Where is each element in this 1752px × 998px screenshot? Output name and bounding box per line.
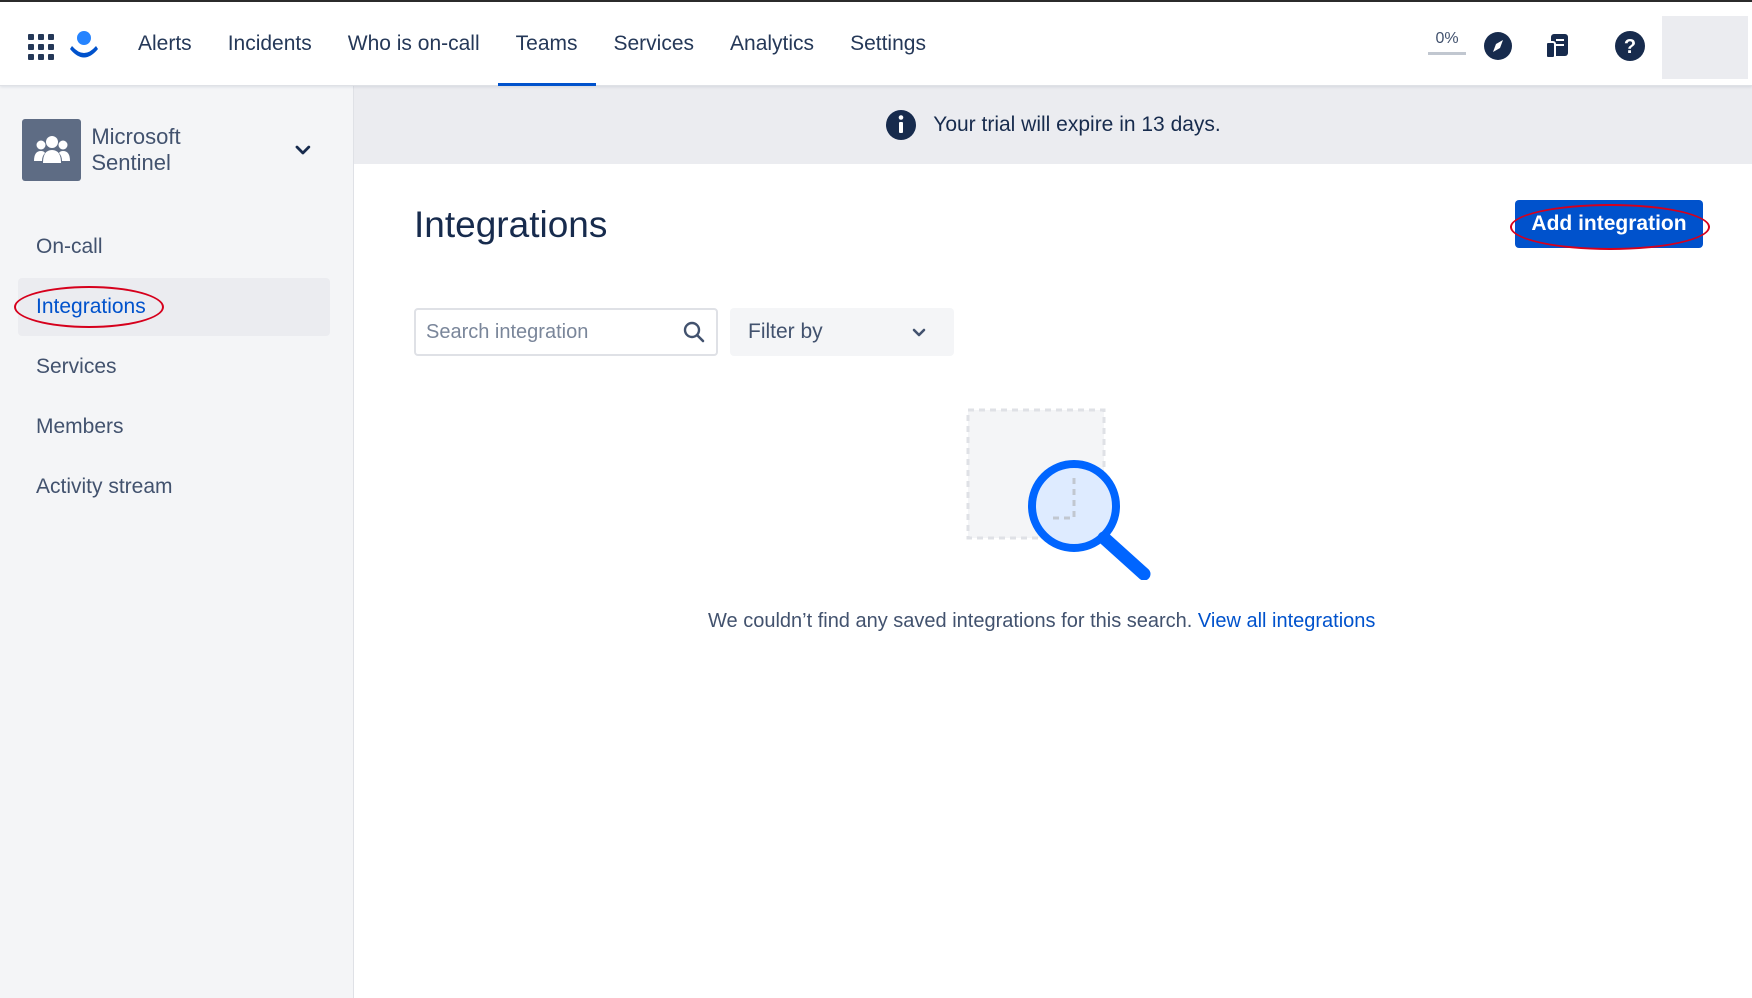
search-integration-field bbox=[414, 308, 718, 356]
sidebar-item-members[interactable]: Members bbox=[18, 398, 330, 456]
nav-teams[interactable]: Teams bbox=[497, 2, 596, 86]
trial-banner-text: Your trial will expire in 13 days. bbox=[933, 113, 1221, 136]
empty-state-text: We couldn’t find any saved integrations … bbox=[708, 610, 1193, 632]
svg-text:?: ? bbox=[1624, 36, 1636, 58]
main-nav: Alerts Incidents Who is on-call Teams Se… bbox=[120, 2, 944, 86]
progress-bar bbox=[1428, 52, 1466, 55]
team-icon bbox=[33, 136, 70, 163]
top-navigation-bar: Alerts Incidents Who is on-call Teams Se… bbox=[0, 0, 1752, 86]
sidebar-item-services[interactable]: Services bbox=[18, 338, 330, 396]
nav-incidents[interactable]: Incidents bbox=[210, 2, 330, 86]
team-avatar bbox=[22, 119, 82, 181]
sidebar: Microsoft Sentinel On-call Integrations … bbox=[0, 86, 354, 998]
empty-state-message: We couldn’t find any saved integrations … bbox=[708, 610, 1375, 633]
empty-search-illustration bbox=[966, 408, 1151, 580]
trial-banner: Your trial will expire in 13 days. bbox=[354, 86, 1752, 164]
sidebar-item-integrations[interactable]: Integrations bbox=[14, 278, 330, 336]
view-all-integrations-link[interactable]: View all integrations bbox=[1198, 610, 1376, 632]
chevron-down-icon bbox=[295, 145, 311, 155]
app-switcher-icon[interactable] bbox=[28, 34, 54, 60]
team-side-nav: On-call Integrations Services Members Ac… bbox=[14, 218, 330, 518]
team-name: Microsoft Sentinel bbox=[91, 124, 181, 175]
nav-alerts[interactable]: Alerts bbox=[120, 2, 210, 86]
help-icon[interactable]: ? bbox=[1614, 30, 1646, 62]
info-icon bbox=[886, 110, 917, 140]
compass-icon[interactable] bbox=[1482, 30, 1514, 62]
onboarding-progress[interactable]: 0% bbox=[1428, 30, 1466, 55]
chevron-down-icon bbox=[912, 328, 926, 337]
nav-who-is-on-call[interactable]: Who is on-call bbox=[330, 2, 498, 86]
user-avatar[interactable] bbox=[1662, 16, 1748, 79]
sidebar-item-on-call[interactable]: On-call bbox=[18, 218, 330, 276]
progress-text: 0% bbox=[1435, 30, 1459, 47]
search-input[interactable] bbox=[426, 310, 666, 354]
nav-analytics[interactable]: Analytics bbox=[712, 2, 832, 86]
opsgenie-logo[interactable] bbox=[70, 30, 98, 62]
add-integration-button[interactable]: Add integration bbox=[1515, 200, 1703, 248]
filter-by-dropdown[interactable]: Filter by bbox=[730, 308, 954, 356]
nav-services[interactable]: Services bbox=[596, 2, 713, 86]
page-title: Integrations bbox=[414, 204, 608, 245]
sidebar-item-activity-stream[interactable]: Activity stream bbox=[18, 458, 330, 516]
sidebar-item-label: Integrations bbox=[36, 295, 146, 318]
team-selector[interactable]: Microsoft Sentinel bbox=[22, 118, 312, 182]
filter-label: Filter by bbox=[748, 320, 823, 343]
search-icon[interactable] bbox=[682, 320, 706, 344]
notes-icon[interactable] bbox=[1542, 30, 1574, 62]
nav-settings[interactable]: Settings bbox=[832, 2, 944, 86]
